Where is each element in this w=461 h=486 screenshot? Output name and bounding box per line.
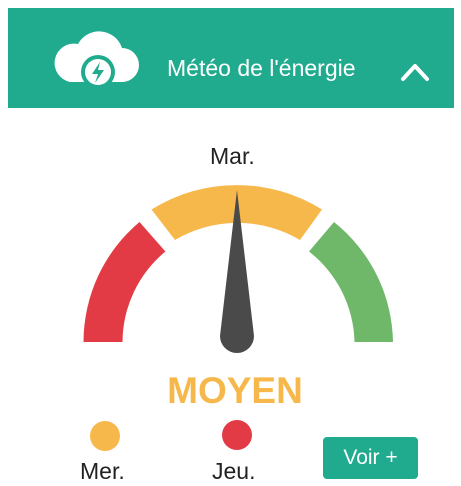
forecast-dot-jeu xyxy=(222,420,252,450)
energy-level-text: MOYEN xyxy=(167,370,303,411)
energy-gauge xyxy=(83,185,393,353)
forecast-day-mer: Mer. xyxy=(80,458,125,484)
forecast-dot-mer xyxy=(90,421,120,451)
gauge-segment-high xyxy=(309,222,393,342)
gauge-segment-low xyxy=(83,222,166,342)
voir-plus-button[interactable]: Voir + xyxy=(323,437,418,479)
forecast-day-jeu: Jeu. xyxy=(212,458,256,484)
